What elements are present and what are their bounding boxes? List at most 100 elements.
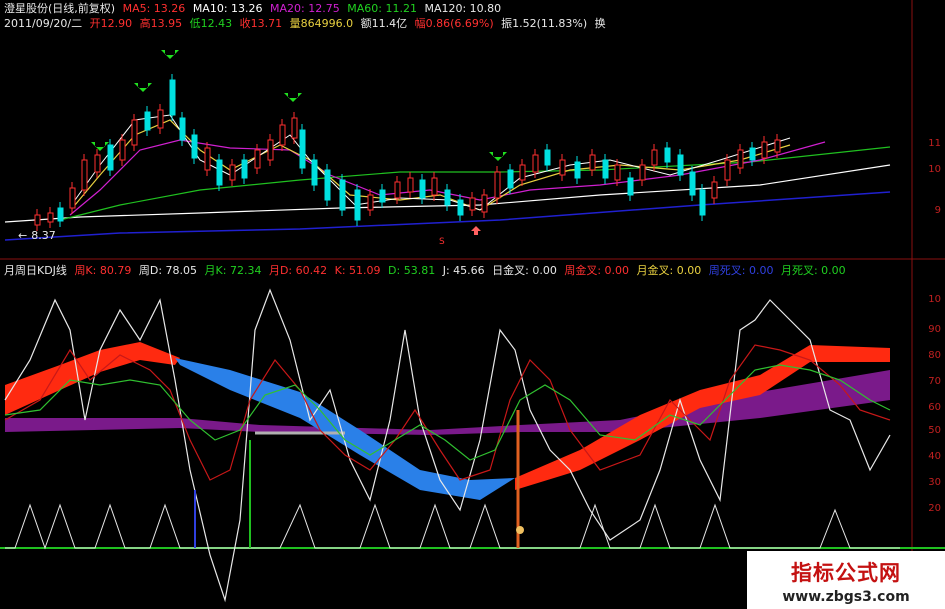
k-label: K: 51.09 <box>334 264 381 277</box>
candle-body <box>241 159 248 179</box>
candle-body <box>179 117 186 141</box>
candle-body <box>651 149 658 166</box>
candle-body <box>191 134 198 159</box>
price-header-row-1: 澄星股份(日线,前复权) MA5: 13.26 MA10: 13.26 MA20… <box>4 2 505 15</box>
candle-body <box>724 159 731 181</box>
down-arrow-icon <box>161 50 179 59</box>
candle-body <box>639 164 646 181</box>
candle-body <box>69 187 76 209</box>
ma60-label: MA60: 11.21 <box>347 2 417 15</box>
candle-body <box>169 79 176 116</box>
low-price-value: 8.37 <box>31 229 56 242</box>
day-golden-cross-label: 日金叉: 0.00 <box>492 264 557 277</box>
candle-body <box>119 139 126 161</box>
candle-body <box>324 169 331 201</box>
kdj-title: 月周日KDJ线 <box>4 264 67 277</box>
week-k-label: 周K: 80.79 <box>74 264 132 277</box>
d-label: D: 53.81 <box>388 264 436 277</box>
candle-body <box>131 119 138 146</box>
candle-body <box>94 154 101 173</box>
amplitude-label: 振1.52(11.83%) <box>501 17 588 30</box>
candle-body <box>407 177 414 193</box>
candle-body <box>559 159 566 176</box>
candle-body <box>627 177 634 196</box>
month-death-cross-label: 月死叉: 0.00 <box>780 264 846 277</box>
candle-body <box>737 149 744 169</box>
ma5-label: MA5: 13.26 <box>122 2 186 15</box>
kdj-axis-tick: 50 <box>928 425 941 436</box>
candle-body <box>367 194 374 211</box>
kdj-axis-tick: 30 <box>928 477 941 488</box>
month-k-label: 月K: 72.34 <box>204 264 262 277</box>
signal-spike-line <box>5 503 900 550</box>
candle-body <box>107 144 114 171</box>
candle-body <box>664 147 671 163</box>
up-arrow-icon <box>471 226 481 235</box>
candle-body <box>354 189 361 221</box>
price-header-row-2: 2011/09/20/二 开12.90 高13.95 低12.43 收13.71… <box>4 17 610 30</box>
kdj-axis-tick: 80 <box>928 350 941 361</box>
price-axis-tick: 10 <box>928 164 941 175</box>
week-death-cross-label: 周死叉: 0.00 <box>708 264 774 277</box>
candle-body <box>57 207 64 222</box>
candle-body <box>519 164 526 181</box>
kdj-axis-tick: 20 <box>928 503 941 514</box>
kdj-axis-tick: 40 <box>928 451 941 462</box>
candle-body <box>34 214 41 226</box>
down-arrow-icon <box>284 93 302 102</box>
candle-body <box>204 147 211 171</box>
stock-chart-window: 澄星股份(日线,前复权) MA5: 13.26 MA10: 13.26 MA20… <box>0 0 945 609</box>
low-label: 低12.43 <box>189 17 233 30</box>
candle-body <box>494 171 501 199</box>
watermark-url: www.zbgs3.com <box>782 589 910 605</box>
volume-label: 量864996.0 <box>289 17 354 30</box>
watermark-banner: 指标公式网 www.zbgs3.com <box>747 551 945 609</box>
candle-body <box>216 159 223 186</box>
candle-body <box>394 181 401 199</box>
candle-body <box>339 179 346 211</box>
candle-body <box>267 139 274 161</box>
candle-body <box>469 197 476 211</box>
amount-label: 额11.4亿 <box>360 17 408 30</box>
candle-body <box>602 159 609 179</box>
candle-body <box>81 159 88 191</box>
price-axis-tick: 11 <box>928 138 941 149</box>
down-arrow-icon <box>91 142 109 151</box>
kdj-axis-tick: 90 <box>928 324 941 335</box>
week-d-label: 周D: 78.05 <box>138 264 198 277</box>
down-arrow-icon <box>134 83 152 92</box>
candle-body <box>47 212 54 223</box>
month-d-label: 月D: 60.42 <box>268 264 328 277</box>
hand-icon <box>516 526 524 534</box>
candle-body <box>481 194 488 213</box>
j-label: J: 45.66 <box>442 264 485 277</box>
candle-body <box>689 171 696 196</box>
candle-body <box>614 164 621 181</box>
candle-body <box>431 177 438 196</box>
candle-body <box>507 169 514 189</box>
more-label: 换 <box>594 17 606 30</box>
high-label: 高13.95 <box>139 17 183 30</box>
candle-body <box>279 124 286 146</box>
candle-body <box>761 141 768 159</box>
candle-body <box>677 154 684 176</box>
candle-body <box>419 179 426 199</box>
candle-body <box>299 129 306 169</box>
candle-body <box>457 199 464 216</box>
candle-body <box>711 181 718 199</box>
candle-body <box>229 164 236 181</box>
candle-body <box>749 147 756 161</box>
ma10-label: MA10: 13.26 <box>192 2 263 15</box>
candle-body <box>532 154 539 173</box>
candle-body <box>157 109 164 129</box>
low-price-marker: ← 8.37 <box>18 229 60 242</box>
kdj-axis-tick: 70 <box>928 376 941 387</box>
stock-title: 澄星股份(日线,前复权) <box>4 2 116 15</box>
price-axis-tick: 9 <box>934 205 941 216</box>
candle-body <box>444 189 451 206</box>
chart-canvas[interactable] <box>0 0 945 609</box>
open-label: 开12.90 <box>89 17 133 30</box>
candle-body <box>699 189 706 216</box>
left-arrow-icon: ← <box>18 229 28 242</box>
week-golden-cross-label: 周金叉: 0.00 <box>564 264 630 277</box>
